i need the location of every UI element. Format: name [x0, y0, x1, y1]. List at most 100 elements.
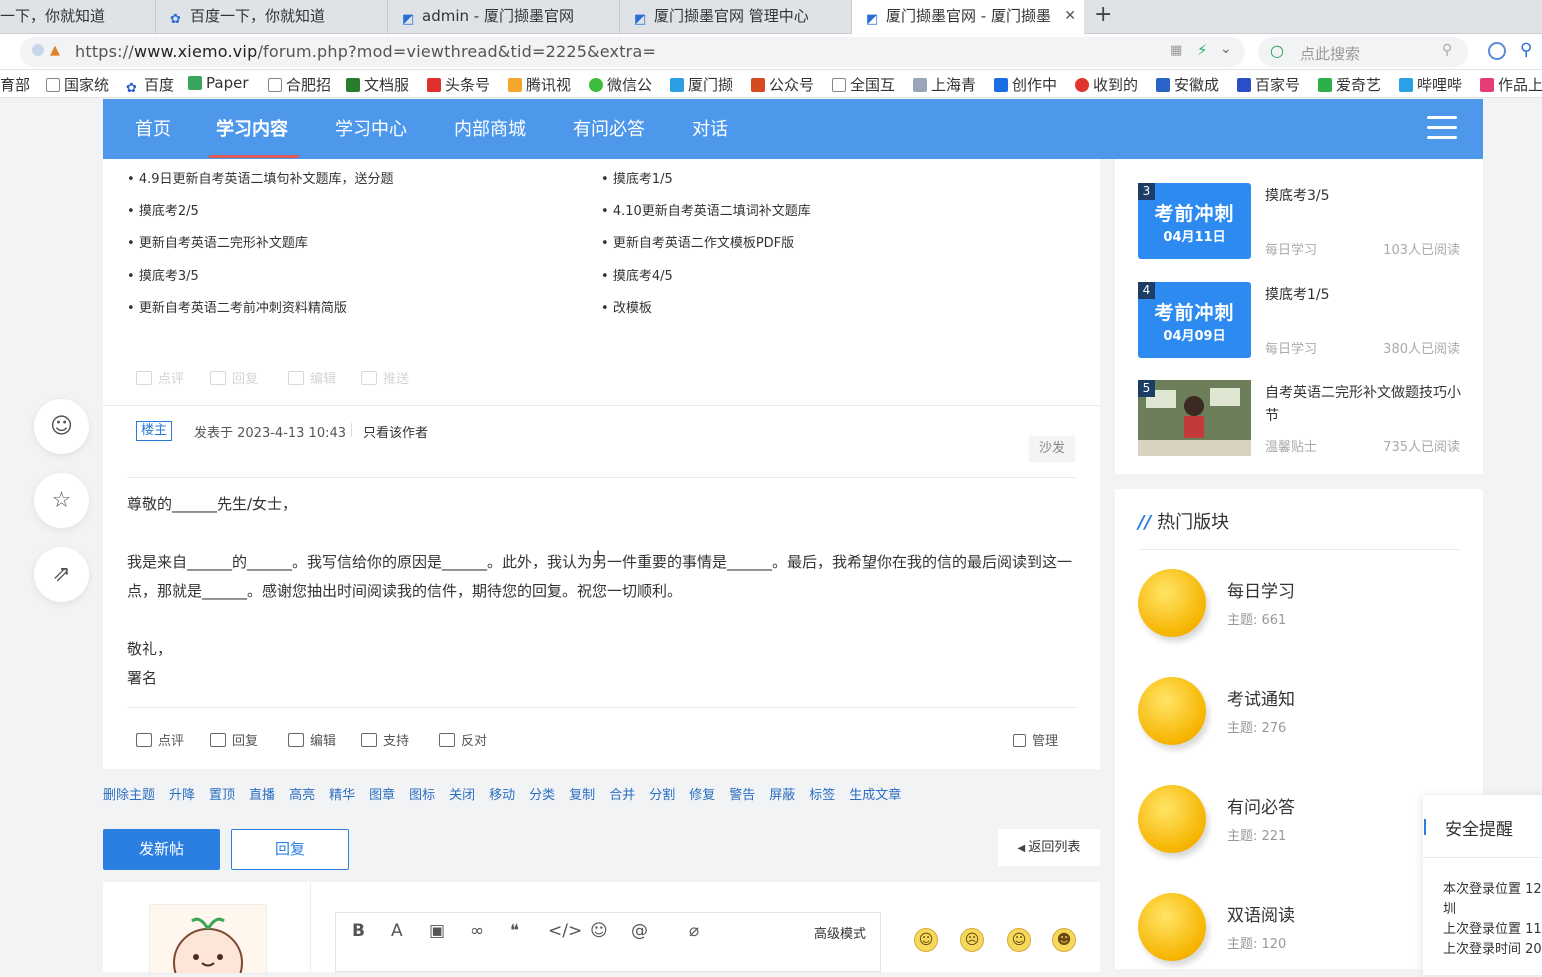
related-link[interactable]: • 摸底考3/5 [127, 265, 199, 284]
bookmark-item[interactable]: 作品上 [1480, 74, 1542, 95]
related-link[interactable]: • 4.10更新自考英语二填词补文题库 [601, 200, 811, 219]
image-icon[interactable]: ▣ [429, 921, 445, 941]
reply-button[interactable]: 回复 [210, 730, 258, 749]
browser-tab-active[interactable]: ◩ 厦门撷墨官网 - 厦门撷墨 ✕ [852, 0, 1084, 34]
close-tab-icon[interactable]: ✕ [1064, 0, 1076, 32]
link-icon[interactable]: ∞ [470, 921, 484, 941]
search-engine-icon[interactable]: ○ [1270, 41, 1284, 60]
star-icon[interactable]: ☆ [34, 473, 89, 528]
chevron-down-icon[interactable]: ⌄ [1220, 41, 1232, 57]
related-link[interactable]: • 更新自考英语二作文模板PDF版 [601, 232, 794, 251]
admin-link[interactable]: 警告 [729, 788, 755, 803]
reply-button[interactable]: 回复 [210, 368, 258, 387]
emoji-icon[interactable]: ☺ [590, 921, 608, 941]
bookmark-item[interactable]: 微信公 [589, 74, 652, 95]
bookmark-item[interactable]: 合肥招 [268, 74, 331, 95]
nav-item-learning-center[interactable]: 学习中心 [335, 115, 407, 141]
edit-button[interactable]: 编辑 [288, 368, 336, 387]
search-field[interactable]: ○ 点此搜索 ⚲ [1258, 37, 1468, 67]
comment-float-icon[interactable]: ☺ [34, 399, 89, 454]
comment-button[interactable]: 点评 [136, 368, 184, 387]
admin-link[interactable]: 高亮 [289, 788, 315, 803]
support-button[interactable]: 支持 [361, 730, 409, 749]
bookmark-item[interactable]: 文档服 [346, 74, 409, 95]
admin-link[interactable]: 标签 [809, 788, 835, 803]
related-link[interactable]: • 更新自考英语二完形补文题库 [127, 232, 308, 251]
admin-link[interactable]: 分割 [649, 788, 675, 803]
reply-thread-button[interactable]: 回复 [231, 829, 349, 870]
sidebar-article[interactable]: 4 考前冲刺 04月09日 摸底考1/5 每日学习 380人已阅读 [1138, 282, 1460, 360]
bookmark-item[interactable]: 哔哩哔 [1399, 74, 1462, 95]
at-mention-icon[interactable]: @ [631, 921, 648, 941]
oppose-button[interactable]: 反对 [439, 730, 487, 749]
code-icon[interactable]: </> [548, 921, 582, 941]
nav-item-learning-content[interactable]: 学习内容 [216, 115, 288, 141]
admin-link[interactable]: 直播 [249, 788, 275, 803]
admin-link[interactable]: 删除主题 [103, 788, 155, 803]
grin-icon[interactable]: ☺ [1007, 928, 1031, 952]
frown-icon[interactable]: ☹ [960, 928, 984, 952]
bookmark-item[interactable]: 全国互 [832, 74, 895, 95]
forum-item[interactable]: 有问必答 主题: 221 [1138, 785, 1438, 865]
advanced-mode-link[interactable]: 高级模式 [814, 923, 866, 942]
back-to-list-button[interactable]: ◀ 返回列表 [998, 829, 1100, 866]
comment-button[interactable]: 点评 [136, 730, 184, 749]
admin-link[interactable]: 修复 [689, 788, 715, 803]
push-button[interactable]: 推送 [361, 368, 409, 387]
bookmark-item[interactable]: Paper [188, 74, 248, 92]
forum-item[interactable]: 考试通知 主题: 276 [1138, 677, 1438, 757]
sidebar-article[interactable]: 3 考前冲刺 04月11日 摸底考3/5 每日学习 103人已阅读 [1138, 183, 1460, 261]
forum-item[interactable]: 双语阅读 主题: 120 [1138, 893, 1438, 973]
share-icon[interactable]: ⇗ [34, 547, 89, 602]
admin-link[interactable]: 合并 [609, 788, 635, 803]
bold-icon[interactable]: B [352, 921, 365, 941]
bookmark-item[interactable]: 厦门撷 [670, 74, 733, 95]
bookmark-item[interactable]: 育部 [0, 74, 30, 95]
bookmark-item[interactable]: 国家统 [46, 74, 109, 95]
bookmark-item[interactable]: 百家号 [1237, 74, 1300, 95]
zoom-out-icon[interactable] [1488, 42, 1506, 60]
related-link[interactable]: • 摸底考2/5 [127, 200, 199, 219]
bookmark-item[interactable]: ✿ 百度 [126, 74, 174, 96]
sidebar-article[interactable]: 5 5 自考英语二完形补文做题技巧小节 温馨贴士 735人已阅读 [1138, 380, 1461, 458]
search-icon[interactable]: ⚲ [1520, 40, 1532, 60]
browser-tab[interactable]: 一下，你就知道 [0, 0, 156, 34]
admin-link[interactable]: 复制 [569, 788, 595, 803]
bookmark-item[interactable]: 爱奇艺 [1318, 74, 1381, 95]
admin-link[interactable]: 升降 [169, 788, 195, 803]
forum-item[interactable]: 每日学习 主题: 661 [1138, 569, 1438, 649]
related-link[interactable]: • 改模板 [601, 297, 652, 316]
url-field[interactable]: ▲ https://www.xiemo.vip/forum.php?mod=vi… [20, 37, 1245, 67]
laugh-icon[interactable]: ☻ [1052, 928, 1076, 952]
related-link[interactable]: • 4.9日更新自考英语二填句补文题库，送分题 [127, 168, 394, 187]
nav-item-qa[interactable]: 有问必答 [573, 115, 645, 141]
new-post-button[interactable]: 发新帖 [103, 829, 220, 870]
bookmark-item[interactable]: 创作中 [994, 74, 1057, 95]
manage-checkbox[interactable]: 管理 [1013, 730, 1058, 749]
menu-icon[interactable] [1427, 116, 1457, 142]
nav-item-dialog[interactable]: 对话 [692, 115, 728, 141]
browser-tab[interactable]: ◩ 厦门撷墨官网 管理中心 [620, 0, 852, 34]
nav-item-store[interactable]: 内部商城 [454, 115, 526, 141]
site-info-icon[interactable] [32, 44, 44, 56]
admin-link[interactable]: 置顶 [209, 788, 235, 803]
search-icon[interactable]: ⚲ [1442, 42, 1452, 58]
admin-link[interactable]: 图章 [369, 788, 395, 803]
quote-icon[interactable]: ❝ [510, 921, 519, 941]
admin-link[interactable]: 精华 [329, 788, 355, 803]
edit-button[interactable]: 编辑 [288, 730, 336, 749]
new-tab-icon[interactable]: + [1094, 2, 1112, 27]
bookmark-item[interactable]: 安徽成 [1156, 74, 1219, 95]
admin-link[interactable]: 移动 [489, 788, 515, 803]
bookmark-item[interactable]: 上海青 [913, 74, 976, 95]
related-link[interactable]: • 摸底考1/5 [601, 168, 673, 187]
admin-link[interactable]: 分类 [529, 788, 555, 803]
bookmark-item[interactable]: 公众号 [751, 74, 814, 95]
grid-icon[interactable]: ▦ [1170, 43, 1182, 58]
lightning-icon[interactable]: ⚡ [1197, 41, 1208, 59]
admin-link[interactable]: 屏蔽 [769, 788, 795, 803]
attachment-icon[interactable]: ⌀ [689, 921, 699, 941]
font-color-icon[interactable]: A [391, 921, 403, 941]
related-link[interactable]: • 更新自考英语二考前冲刺资料精简版 [127, 297, 347, 316]
admin-link[interactable]: 图标 [409, 788, 435, 803]
